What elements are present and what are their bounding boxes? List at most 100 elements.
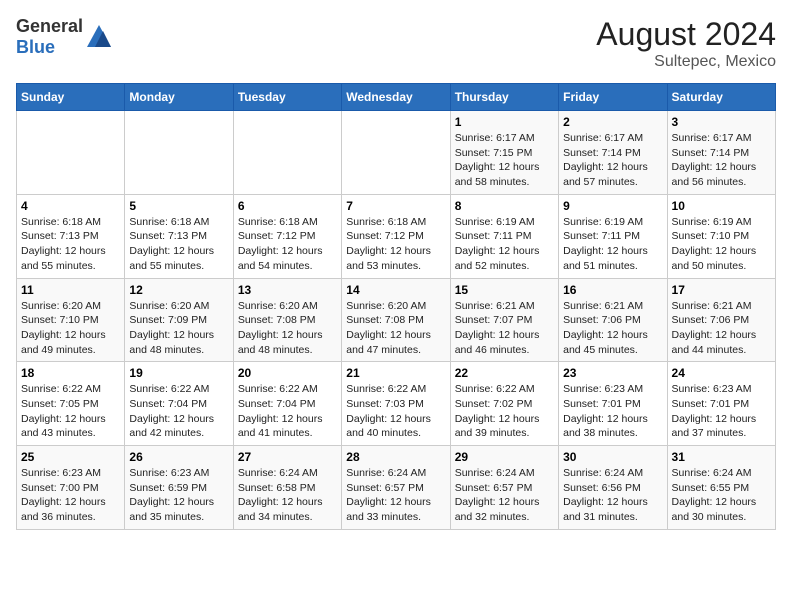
calendar-cell: 23 Sunrise: 6:23 AMSunset: 7:01 PMDayligh… (559, 362, 667, 446)
week-row-4: 18 Sunrise: 6:22 AMSunset: 7:05 PMDayligh… (17, 362, 776, 446)
day-number: 17 (672, 283, 771, 297)
day-number: 8 (455, 199, 554, 213)
calendar-cell: 9 Sunrise: 6:19 AMSunset: 7:11 PMDaylight… (559, 194, 667, 278)
day-info: Sunrise: 6:24 AMSunset: 6:55 PMDaylight:… (672, 466, 771, 525)
day-number: 4 (21, 199, 120, 213)
day-info: Sunrise: 6:23 AMSunset: 7:01 PMDaylight:… (563, 382, 662, 441)
day-info: Sunrise: 6:22 AMSunset: 7:05 PMDaylight:… (21, 382, 120, 441)
day-info: Sunrise: 6:19 AMSunset: 7:11 PMDaylight:… (455, 215, 554, 274)
day-info: Sunrise: 6:20 AMSunset: 7:08 PMDaylight:… (238, 299, 337, 358)
calendar-cell: 26 Sunrise: 6:23 AMSunset: 6:59 PMDayligh… (125, 446, 233, 530)
day-number: 5 (129, 199, 228, 213)
day-number: 9 (563, 199, 662, 213)
week-row-1: 1Sunrise: 6:17 AMSunset: 7:15 PMDaylight… (17, 111, 776, 195)
calendar-cell: 22Sunrise: 6:22 AMSunset: 7:02 PMDayligh… (450, 362, 558, 446)
calendar-title: August 2024 (596, 16, 776, 53)
day-number: 11 (21, 283, 120, 297)
day-header-monday: Monday (125, 84, 233, 111)
day-info: Sunrise: 6:19 AMSunset: 7:11 PMDaylight:… (563, 215, 662, 274)
calendar-cell: 31Sunrise: 6:24 AMSunset: 6:55 PMDayligh… (667, 446, 775, 530)
day-number: 2 (563, 115, 662, 129)
calendar-cell: 18 Sunrise: 6:22 AMSunset: 7:05 PMDayligh… (17, 362, 125, 446)
day-number: 25 (21, 450, 120, 464)
day-number: 13 (238, 283, 337, 297)
calendar-cell: 7Sunrise: 6:18 AMSunset: 7:12 PMDaylight… (342, 194, 450, 278)
day-number: 20 (238, 366, 337, 380)
day-info: Sunrise: 6:17 AMSunset: 7:14 PMDaylight:… (563, 131, 662, 190)
day-number: 6 (238, 199, 337, 213)
calendar-cell: 16 Sunrise: 6:21 AMSunset: 7:06 PMDayligh… (559, 278, 667, 362)
day-info: Sunrise: 6:21 AMSunset: 7:07 PMDaylight:… (455, 299, 554, 358)
day-info: Sunrise: 6:22 AMSunset: 7:04 PMDaylight:… (129, 382, 228, 441)
day-number: 7 (346, 199, 445, 213)
calendar-cell: 10 Sunrise: 6:19 AMSunset: 7:10 PMDayligh… (667, 194, 775, 278)
calendar-cell: 14 Sunrise: 6:20 AMSunset: 7:08 PMDayligh… (342, 278, 450, 362)
day-number: 16 (563, 283, 662, 297)
calendar-cell: 20 Sunrise: 6:22 AMSunset: 7:04 PMDayligh… (233, 362, 341, 446)
calendar-cell: 15 Sunrise: 6:21 AMSunset: 7:07 PMDayligh… (450, 278, 558, 362)
day-number: 23 (563, 366, 662, 380)
day-info: Sunrise: 6:20 AMSunset: 7:09 PMDaylight:… (129, 299, 228, 358)
logo: General Blue (16, 16, 113, 58)
calendar-cell: 5 Sunrise: 6:18 AMSunset: 7:13 PMDaylight… (125, 194, 233, 278)
calendar-cell: 4 Sunrise: 6:18 AMSunset: 7:13 PMDaylight… (17, 194, 125, 278)
day-info: Sunrise: 6:20 AMSunset: 7:10 PMDaylight:… (21, 299, 120, 358)
day-number: 30 (563, 450, 662, 464)
day-number: 27 (238, 450, 337, 464)
day-header-thursday: Thursday (450, 84, 558, 111)
week-row-5: 25 Sunrise: 6:23 AMSunset: 7:00 PMDayligh… (17, 446, 776, 530)
calendar-cell: 27 Sunrise: 6:24 AMSunset: 6:58 PMDayligh… (233, 446, 341, 530)
calendar-cell: 11 Sunrise: 6:20 AMSunset: 7:10 PMDayligh… (17, 278, 125, 362)
calendar-cell: 30 Sunrise: 6:24 AMSunset: 6:56 PMDayligh… (559, 446, 667, 530)
day-info: Sunrise: 6:22 AMSunset: 7:03 PMDaylight:… (346, 382, 445, 441)
calendar-cell: 25 Sunrise: 6:23 AMSunset: 7:00 PMDayligh… (17, 446, 125, 530)
day-info: Sunrise: 6:21 AMSunset: 7:06 PMDaylight:… (672, 299, 771, 358)
day-info: Sunrise: 6:20 AMSunset: 7:08 PMDaylight:… (346, 299, 445, 358)
day-info: Sunrise: 6:23 AMSunset: 7:00 PMDaylight:… (21, 466, 120, 525)
calendar-cell (125, 111, 233, 195)
day-info: Sunrise: 6:18 AMSunset: 7:13 PMDaylight:… (129, 215, 228, 274)
week-row-3: 11 Sunrise: 6:20 AMSunset: 7:10 PMDayligh… (17, 278, 776, 362)
calendar-cell: 6 Sunrise: 6:18 AMSunset: 7:12 PMDaylight… (233, 194, 341, 278)
calendar-cell: 24 Sunrise: 6:23 AMSunset: 7:01 PMDayligh… (667, 362, 775, 446)
calendar-cell: 19 Sunrise: 6:22 AMSunset: 7:04 PMDayligh… (125, 362, 233, 446)
day-header-saturday: Saturday (667, 84, 775, 111)
day-info: Sunrise: 6:18 AMSunset: 7:13 PMDaylight:… (21, 215, 120, 274)
day-info: Sunrise: 6:18 AMSunset: 7:12 PMDaylight:… (238, 215, 337, 274)
days-header-row: SundayMondayTuesdayWednesdayThursdayFrid… (17, 84, 776, 111)
day-info: Sunrise: 6:23 AMSunset: 7:01 PMDaylight:… (672, 382, 771, 441)
day-number: 24 (672, 366, 771, 380)
day-info: Sunrise: 6:23 AMSunset: 6:59 PMDaylight:… (129, 466, 228, 525)
day-number: 10 (672, 199, 771, 213)
day-info: Sunrise: 6:22 AMSunset: 7:04 PMDaylight:… (238, 382, 337, 441)
day-number: 19 (129, 366, 228, 380)
calendar-cell: 21 Sunrise: 6:22 AMSunset: 7:03 PMDayligh… (342, 362, 450, 446)
calendar-cell (233, 111, 341, 195)
calendar-cell: 3Sunrise: 6:17 AMSunset: 7:14 PMDaylight… (667, 111, 775, 195)
day-number: 18 (21, 366, 120, 380)
day-header-tuesday: Tuesday (233, 84, 341, 111)
day-info: Sunrise: 6:24 AMSunset: 6:58 PMDaylight:… (238, 466, 337, 525)
title-area: August 2024 Sultepec, Mexico (596, 16, 776, 71)
day-number: 29 (455, 450, 554, 464)
day-number: 1 (455, 115, 554, 129)
day-info: Sunrise: 6:21 AMSunset: 7:06 PMDaylight:… (563, 299, 662, 358)
calendar-cell: 8 Sunrise: 6:19 AMSunset: 7:11 PMDaylight… (450, 194, 558, 278)
day-number: 22 (455, 366, 554, 380)
day-info: Sunrise: 6:24 AMSunset: 6:56 PMDaylight:… (563, 466, 662, 525)
day-info: Sunrise: 6:24 AMSunset: 6:57 PMDaylight:… (346, 466, 445, 525)
day-number: 21 (346, 366, 445, 380)
day-number: 26 (129, 450, 228, 464)
day-header-sunday: Sunday (17, 84, 125, 111)
day-number: 28 (346, 450, 445, 464)
calendar-cell: 28 Sunrise: 6:24 AMSunset: 6:57 PMDayligh… (342, 446, 450, 530)
calendar-table: SundayMondayTuesdayWednesdayThursdayFrid… (16, 83, 776, 530)
day-number: 12 (129, 283, 228, 297)
day-number: 14 (346, 283, 445, 297)
week-row-2: 4 Sunrise: 6:18 AMSunset: 7:13 PMDaylight… (17, 194, 776, 278)
day-info: Sunrise: 6:19 AMSunset: 7:10 PMDaylight:… (672, 215, 771, 274)
day-number: 15 (455, 283, 554, 297)
day-info: Sunrise: 6:24 AMSunset: 6:57 PMDaylight:… (455, 466, 554, 525)
day-header-wednesday: Wednesday (342, 84, 450, 111)
calendar-cell: 2 Sunrise: 6:17 AMSunset: 7:14 PMDaylight… (559, 111, 667, 195)
